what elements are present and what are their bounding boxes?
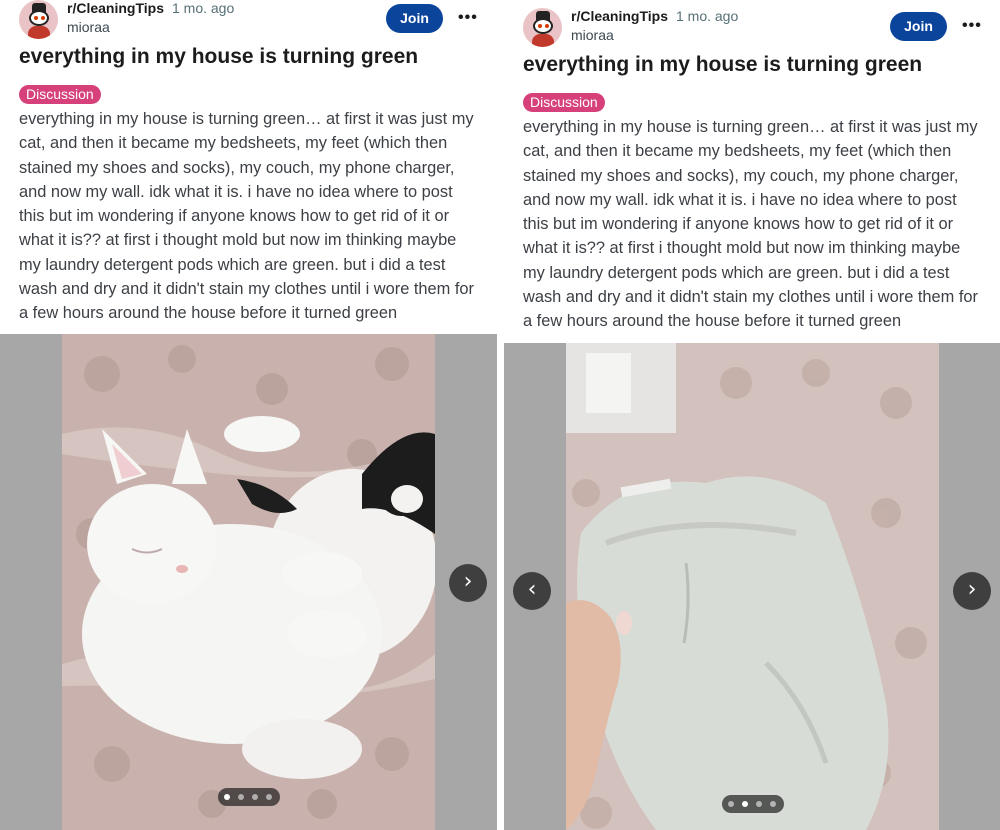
post-title: everything in my house is turning green	[523, 53, 923, 76]
chevron-right-icon: ›	[967, 577, 977, 602]
post-view-right: r/CleaningTips 1 mo. ago mioraa Join ••• …	[504, 0, 1000, 830]
chevron-right-icon: ›	[463, 569, 473, 594]
post-author[interactable]: mioraa	[67, 19, 110, 35]
post-time: 1 mo. ago	[171, 0, 235, 16]
more-options-icon[interactable]: •••	[458, 9, 478, 27]
pagination-dot	[742, 801, 748, 807]
pagination-dot	[252, 794, 258, 800]
post-author[interactable]: mioraa	[571, 27, 614, 43]
post-flair[interactable]: Discussion	[523, 93, 605, 112]
gallery-next-button[interactable]: ›	[449, 564, 487, 602]
post-body: everything in my house is turning green……	[19, 110, 475, 323]
subreddit-link[interactable]: r/CleaningTips 1 mo. ago	[67, 0, 234, 16]
panel-divider	[497, 0, 504, 830]
join-button[interactable]: Join	[890, 12, 947, 41]
image-gallery[interactable]: ›	[0, 334, 497, 830]
post-flair[interactable]: Discussion	[19, 85, 101, 104]
pagination-dot	[728, 801, 734, 807]
pagination-dot	[756, 801, 762, 807]
post-title: everything in my house is turning green	[19, 45, 419, 68]
subreddit-name[interactable]: r/CleaningTips	[67, 0, 164, 16]
image-gallery[interactable]: ‹ ›	[504, 343, 1000, 830]
post-body: everything in my house is turning green……	[523, 118, 979, 331]
pagination-dot	[224, 794, 230, 800]
pagination-dot	[266, 794, 272, 800]
subreddit-link[interactable]: r/CleaningTips 1 mo. ago	[571, 8, 738, 24]
post-time: 1 mo. ago	[675, 8, 739, 24]
pagination-dot	[770, 801, 776, 807]
gallery-next-button[interactable]: ›	[953, 572, 991, 610]
pagination-dot	[238, 794, 244, 800]
subreddit-name[interactable]: r/CleaningTips	[571, 8, 668, 24]
gallery-pagination	[218, 788, 280, 806]
gallery-pagination	[722, 795, 784, 813]
gallery-prev-button[interactable]: ‹	[513, 572, 551, 610]
subreddit-avatar[interactable]	[523, 8, 562, 47]
subreddit-avatar[interactable]	[19, 0, 58, 39]
join-button[interactable]: Join	[386, 4, 443, 33]
gallery-image-pillow	[566, 343, 939, 830]
gallery-image-cats	[62, 334, 435, 830]
more-options-icon[interactable]: •••	[962, 17, 982, 35]
post-view-left: r/CleaningTips 1 mo. ago mioraa Join ••• …	[0, 0, 497, 830]
chevron-left-icon: ‹	[527, 577, 537, 602]
